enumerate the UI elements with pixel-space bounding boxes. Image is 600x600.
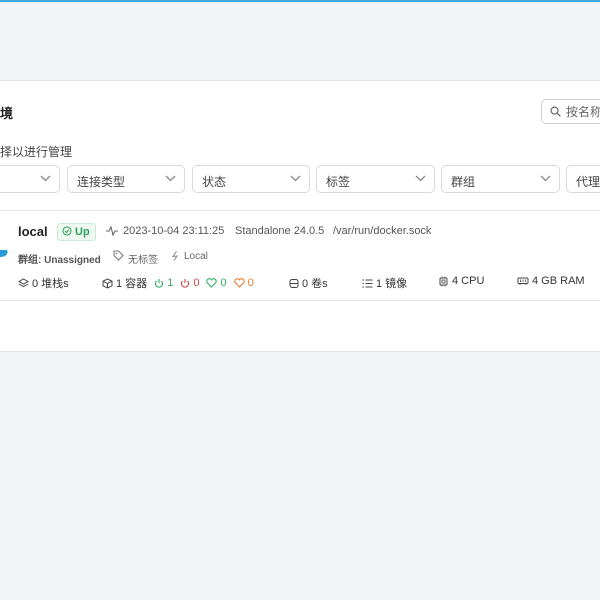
power-icon xyxy=(155,278,164,288)
filter-label: 连接类型 xyxy=(77,175,126,189)
stat-images: 1 镜像 xyxy=(362,275,407,291)
filter-status[interactable]: 状态 xyxy=(192,165,310,193)
top-accent-bar xyxy=(0,0,600,2)
stat-stopped-value: 0 xyxy=(193,277,200,289)
filter-label: 状态 xyxy=(202,175,227,189)
list-icon xyxy=(362,278,373,288)
stat-running-value: 1 xyxy=(167,277,174,289)
filter-label: 群组 xyxy=(451,175,476,189)
stat-containers: 1 容器 1 0 0 0 xyxy=(102,275,254,291)
stat-stacks: 0 堆栈s xyxy=(18,275,69,291)
divider xyxy=(0,300,600,301)
last-check-timestamp: 2023-10-04 23:11:25 xyxy=(123,225,225,237)
check-circle-icon xyxy=(62,226,72,236)
stat-containers-value: 1 容器 xyxy=(116,278,148,290)
environments-panel xyxy=(0,80,600,352)
database-icon xyxy=(289,278,299,288)
tag-icon xyxy=(113,250,124,261)
environment-group: 群组: Unassigned xyxy=(18,255,101,266)
layers-icon xyxy=(18,277,29,287)
status-badge: Up xyxy=(57,223,96,241)
chevron-down-icon xyxy=(540,175,551,182)
environment-name[interactable]: local xyxy=(18,224,48,239)
filter-platform[interactable] xyxy=(0,165,60,193)
heart-icon xyxy=(206,278,218,288)
socket-path: /var/run/docker.sock xyxy=(333,225,432,237)
chevron-down-icon xyxy=(40,175,51,182)
panel-subtitle: 择以进行管理 xyxy=(0,145,73,159)
cube-icon xyxy=(102,277,113,289)
environment-tags: 无标签 xyxy=(128,255,158,266)
panel-title: 境 xyxy=(0,106,14,121)
filter-label: 标签 xyxy=(326,175,351,189)
status-text: Up xyxy=(75,226,90,238)
bolt-icon xyxy=(172,251,179,261)
search-icon xyxy=(550,106,561,117)
stat-cpu-value: 4 CPU xyxy=(452,275,485,287)
docker-logo-icon xyxy=(0,250,8,257)
stat-stacks-value: 0 堆栈s xyxy=(32,278,69,290)
chevron-down-icon xyxy=(415,175,426,182)
engine-version: Standalone 24.0.5 xyxy=(235,225,325,237)
environment-type: Local xyxy=(184,251,208,262)
cpu-icon xyxy=(439,276,448,286)
stat-ram-value: 4 GB RAM xyxy=(532,275,585,287)
stat-healthy-value: 0 xyxy=(220,277,227,289)
filter-group[interactable]: 群组 xyxy=(441,165,560,193)
stat-ram: 4 GB RAM xyxy=(517,275,585,287)
filter-label: 代理 xyxy=(576,175,600,189)
chevron-down-icon xyxy=(165,175,176,182)
memory-icon xyxy=(517,277,529,285)
stat-cpu: 4 CPU xyxy=(438,275,484,287)
divider xyxy=(0,210,600,211)
stat-images-value: 1 镜像 xyxy=(376,278,408,290)
filter-tags[interactable]: 标签 xyxy=(316,165,435,193)
filter-agent[interactable]: 代理 xyxy=(566,165,600,193)
chevron-down-icon xyxy=(290,175,301,182)
heartbeat-icon xyxy=(106,226,118,236)
search-input[interactable] xyxy=(566,103,600,120)
filter-connection-type[interactable]: 连接类型 xyxy=(67,165,185,193)
stat-unhealthy-value: 0 xyxy=(247,277,254,289)
power-icon xyxy=(181,278,190,288)
search-box[interactable] xyxy=(541,99,600,124)
stat-volumes-value: 0 卷s xyxy=(302,278,328,290)
heart-icon xyxy=(233,278,245,288)
stat-volumes: 0 卷s xyxy=(289,275,328,291)
